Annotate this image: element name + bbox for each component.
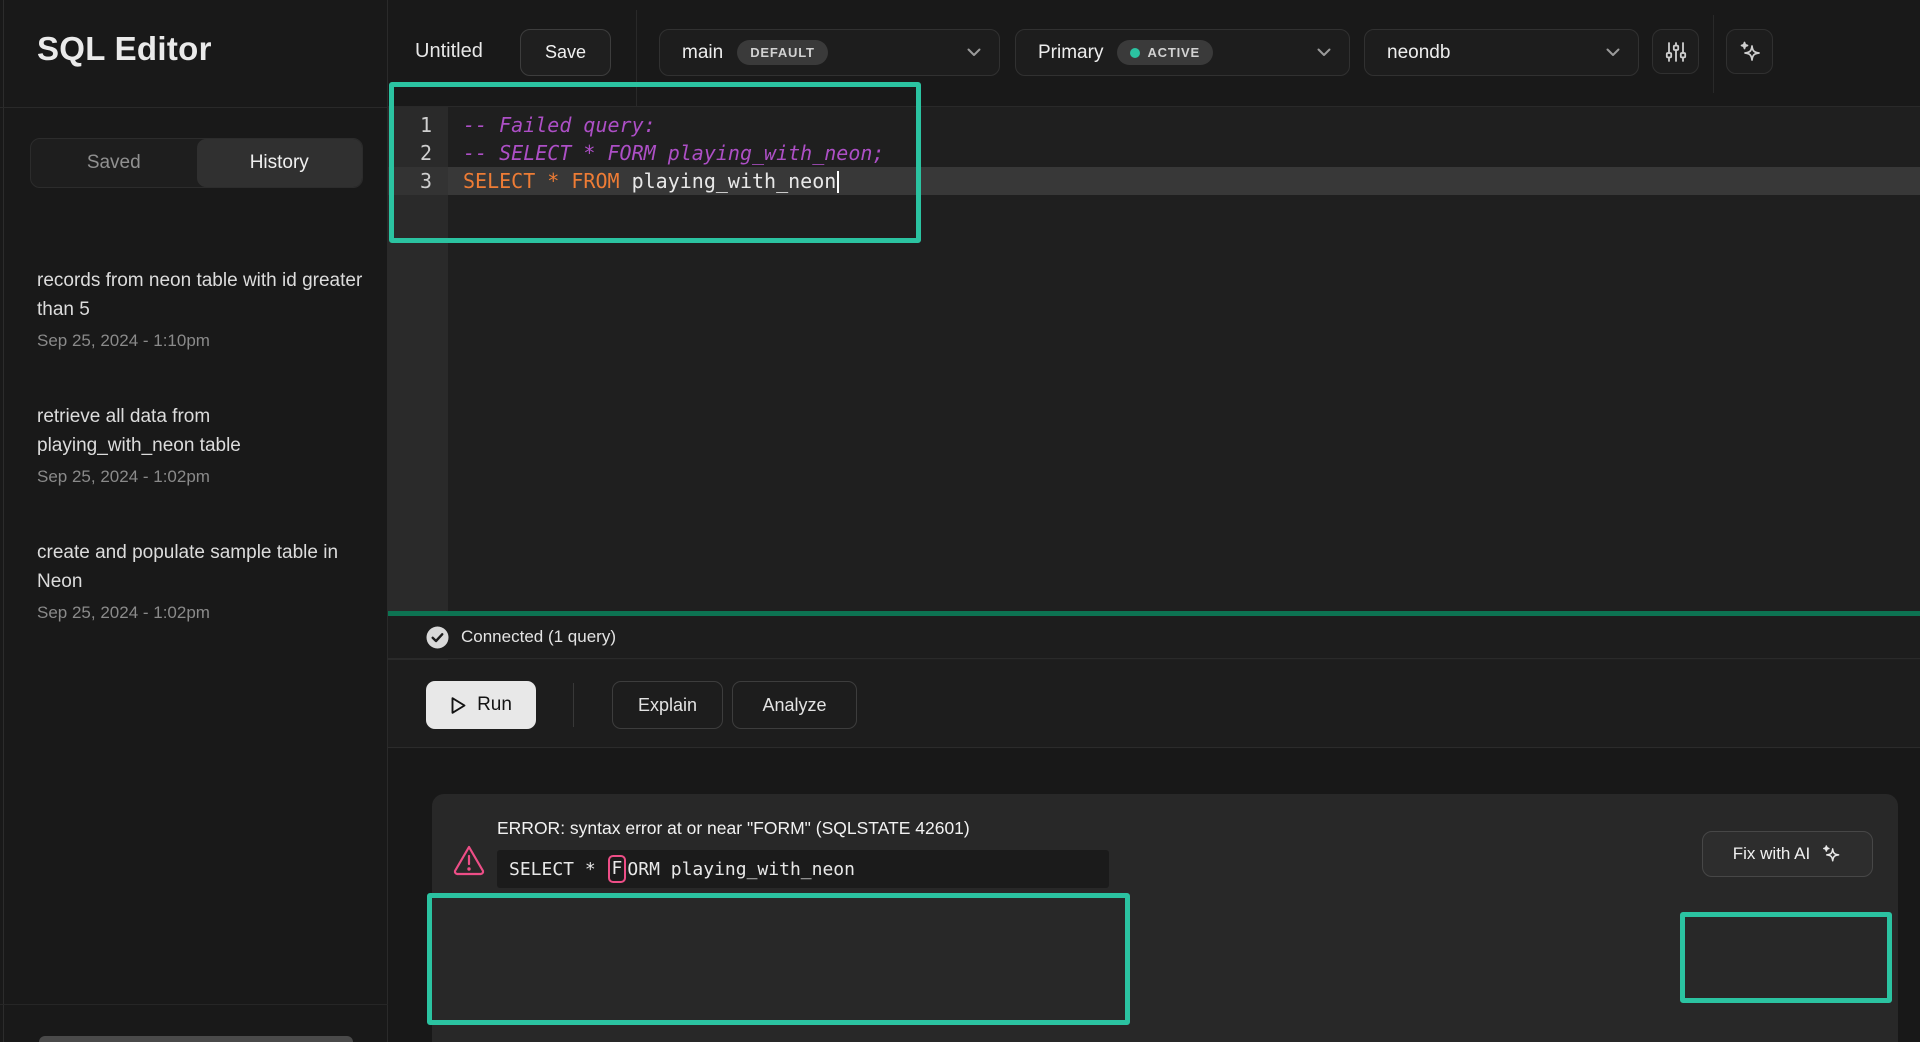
query-result-panel: ERROR: syntax error at or near "FORM" (S… [432,794,1898,1042]
tab-saved[interactable]: Saved [31,139,197,187]
code-text: SELECT * FROM playing_with_neon [448,167,1920,195]
topbar: Untitled Save main DEFAULT Primary ACTIV… [388,0,1920,107]
sidebar: SQL Editor Saved History records from ne… [0,0,388,1042]
history-item-timestamp: Sep 25, 2024 - 1:02pm [37,467,369,487]
fix-with-ai-label: Fix with AI [1733,844,1810,864]
check-circle-icon [426,626,449,649]
database-name: neondb [1387,42,1450,64]
window-edge [3,0,4,1042]
text-cursor [837,171,839,193]
compute-name: Primary [1038,42,1103,64]
history-item-title: retrieve all data from playing_with_neon… [37,402,369,460]
page-title: SQL Editor [37,30,212,68]
history-item-title: create and populate sample table in Neon [37,538,369,596]
analyze-button[interactable]: Analyze [732,681,857,729]
save-button[interactable]: Save [520,29,611,76]
fix-with-ai-button[interactable]: Fix with AI [1702,831,1873,877]
main-area: Untitled Save main DEFAULT Primary ACTIV… [388,0,1920,1042]
query-toolbar: Run Explain Analyze [388,660,1920,748]
explain-button[interactable]: Explain [612,681,723,729]
toolbar-divider [573,683,574,727]
line-number: 2 [388,139,448,167]
connection-status-text: Connected (1 query) [461,627,616,647]
play-icon [450,696,467,715]
error-position-marker: F [608,855,627,883]
connection-status-bar: Connected (1 query) [388,616,1920,659]
sparkles-icon [1820,843,1842,865]
editor-settings-button[interactable] [1652,29,1699,74]
code-line: 2 -- SELECT * FORM playing_with_neon; [388,139,1920,167]
sql-identifier: playing_with_neon [620,169,837,193]
branch-name: main [682,42,723,64]
history-item-timestamp: Sep 25, 2024 - 1:10pm [37,331,369,351]
history-list-item[interactable]: records from neon table with id greater … [37,266,369,351]
sql-comment: -- SELECT * FORM playing_with_neon; [463,141,884,165]
code-line-active: 3 SELECT * FROM playing_with_neon [388,167,1920,195]
topbar-divider [1713,15,1714,93]
topbar-divider [636,10,637,106]
error-query-snippet: SELECT * FORM playing_with_neon [497,850,1109,888]
chevron-down-icon [1317,48,1331,57]
query-title: Untitled [415,40,483,63]
sidebar-bottom-element [39,1036,353,1042]
branch-selector[interactable]: main DEFAULT [659,29,1000,76]
line-number: 3 [388,167,448,195]
active-status-dot [1130,48,1140,58]
run-button-label: Run [477,694,512,716]
sliders-icon [1664,40,1688,64]
history-item-timestamp: Sep 25, 2024 - 1:02pm [37,603,369,623]
sql-keyword: SELECT * FROM [463,169,620,193]
chevron-down-icon [1606,48,1620,57]
line-number: 1 [388,111,448,139]
code-line: 1 -- Failed query: [388,111,1920,139]
warning-triangle-icon [452,844,486,876]
compute-badge-label: ACTIVE [1147,45,1199,60]
results-area: ERROR: syntax error at or near "FORM" (S… [388,749,1920,1042]
database-selector[interactable]: neondb [1364,29,1639,76]
sidebar-tabs: Saved History [30,138,363,188]
run-button[interactable]: Run [426,681,536,729]
error-query-after: ORM playing_with_neon [627,859,855,880]
branch-default-badge: DEFAULT [737,40,828,65]
compute-selector[interactable]: Primary ACTIVE [1015,29,1350,76]
sql-editor-app: SQL Editor Saved History records from ne… [0,0,1920,1042]
history-list-item[interactable]: create and populate sample table in Neon… [37,538,369,623]
sparkles-icon [1737,39,1763,65]
tab-history[interactable]: History [197,139,363,187]
history-list-item[interactable]: retrieve all data from playing_with_neon… [37,402,369,487]
sidebar-bottom-divider [0,1004,388,1005]
compute-active-badge: ACTIVE [1117,40,1212,65]
error-query-before: SELECT * [509,859,607,880]
code-text: -- SELECT * FORM playing_with_neon; [448,139,884,167]
ai-assistant-button[interactable] [1726,29,1773,74]
code-text: -- Failed query: [448,111,656,139]
history-item-title: records from neon table with id greater … [37,266,369,324]
sidebar-header-divider [0,107,388,108]
sql-comment: -- Failed query: [463,113,656,137]
error-message: ERROR: syntax error at or near "FORM" (S… [497,818,970,839]
chevron-down-icon [967,48,981,57]
